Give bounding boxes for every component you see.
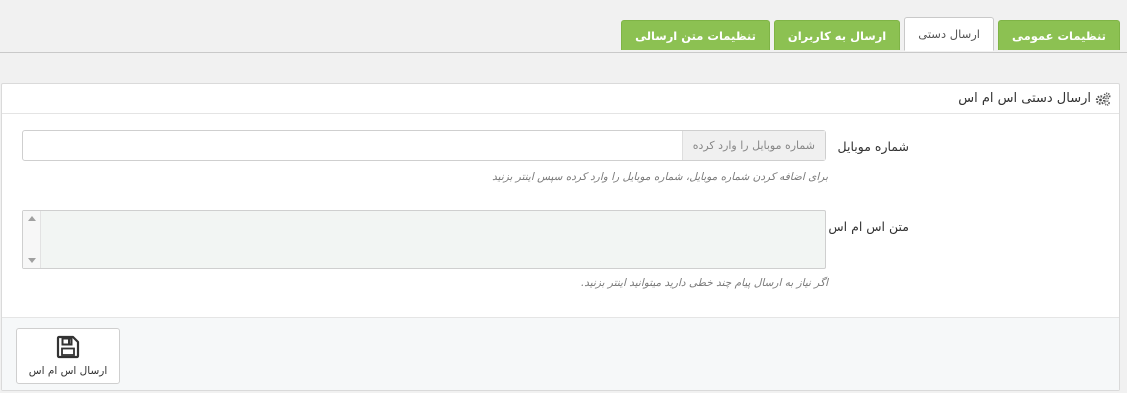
mobile-input-group: شماره موبایل را وارد کرده xyxy=(22,130,826,161)
panel-header: ارسال دستی اس ام اس xyxy=(2,84,1119,114)
gears-icon xyxy=(1095,92,1111,106)
textarea-scrollbar[interactable] xyxy=(23,211,41,268)
mobile-input-addon: شماره موبایل را وارد کرده xyxy=(681,131,825,160)
send-sms-button[interactable]: ارسال اس ام اس xyxy=(16,328,120,384)
tab-manual-send[interactable]: ارسال دستی xyxy=(904,17,994,51)
mobile-label: شماره موبایل xyxy=(837,139,909,154)
tab-list: تنظیمات عمومی ارسال دستی ارسال به کاربرا… xyxy=(621,17,1120,51)
scroll-down-arrow-icon[interactable] xyxy=(28,258,36,263)
manual-send-panel: ارسال دستی اس ام اس شماره موبایل شماره م… xyxy=(1,83,1120,391)
panel-footer: ارسال اس ام اس xyxy=(2,317,1119,390)
page-root: تنظیمات عمومی ارسال دستی ارسال به کاربرا… xyxy=(0,0,1127,393)
sms-help-text: اگر نیاز به ارسال پیام چند خطی دارید میت… xyxy=(580,277,828,289)
tab-general-settings[interactable]: تنظیمات عمومی xyxy=(997,20,1120,50)
sms-textarea[interactable] xyxy=(22,210,826,269)
sms-text-label: متن اس ام اس xyxy=(828,219,909,234)
tab-message-text-settings[interactable]: تنظیمات متن ارسالی xyxy=(621,20,770,50)
tab-send-to-users[interactable]: ارسال به کاربران xyxy=(773,20,901,50)
scroll-up-arrow-icon[interactable] xyxy=(28,216,36,221)
save-icon xyxy=(56,335,80,359)
send-sms-label: ارسال اس ام اس xyxy=(28,365,108,377)
mobile-help-text: برای اضافه کردن شماره موبایل، شماره موبا… xyxy=(492,171,828,183)
mobile-input[interactable] xyxy=(23,131,682,160)
tab-bar: تنظیمات عمومی ارسال دستی ارسال به کاربرا… xyxy=(0,0,1127,53)
panel-title: ارسال دستی اس ام اس xyxy=(958,91,1091,106)
